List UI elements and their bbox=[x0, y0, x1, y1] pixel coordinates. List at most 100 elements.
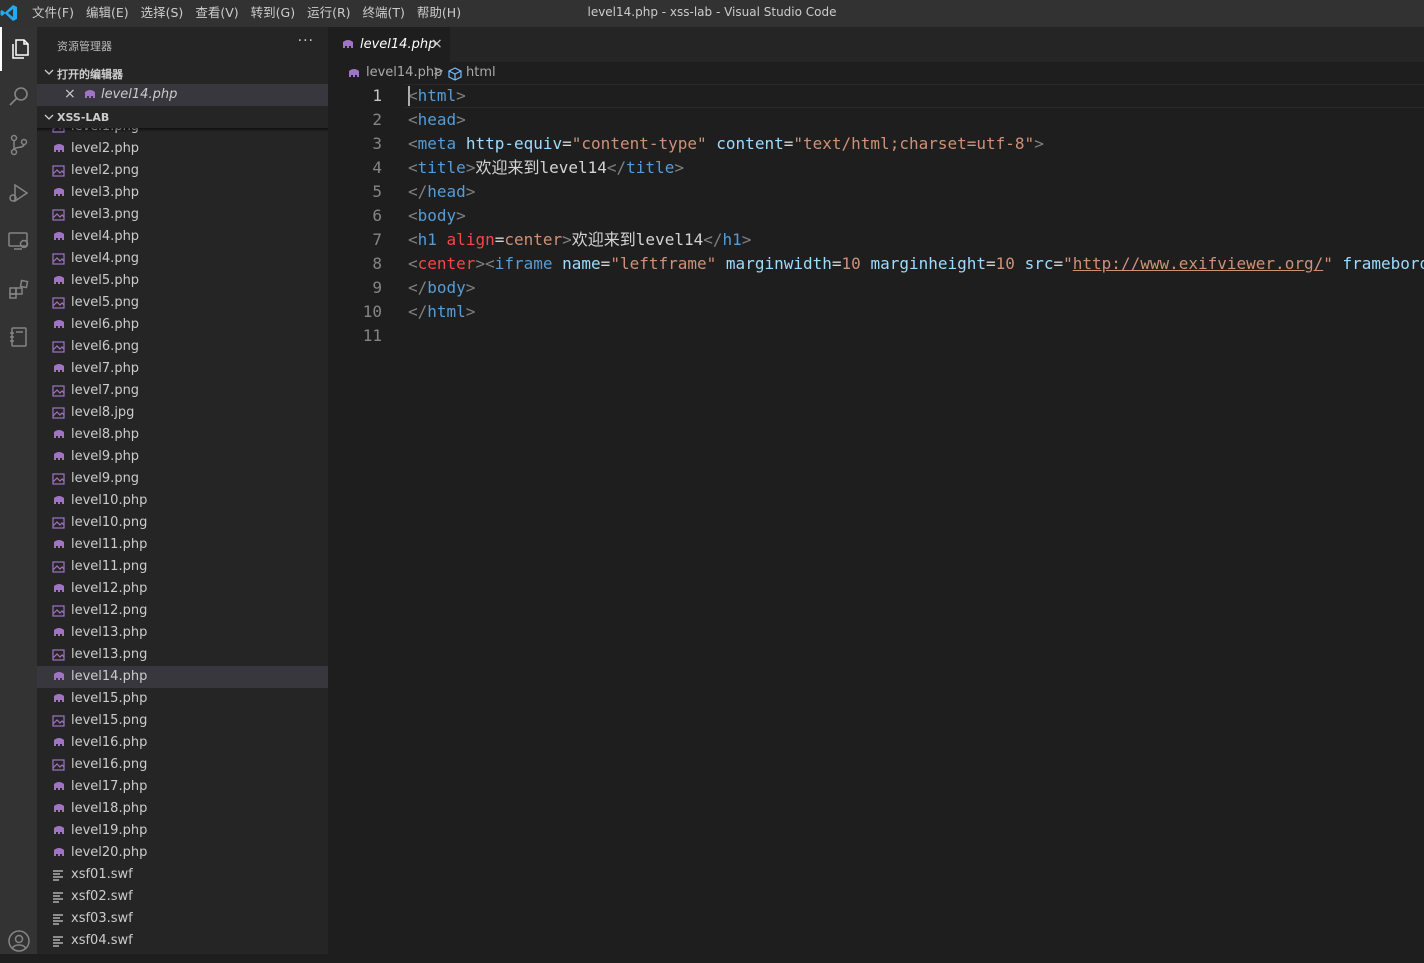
file-tree-item[interactable]: level11.png bbox=[37, 556, 328, 578]
file-tree-item[interactable]: level19.php bbox=[37, 820, 328, 842]
code-token: < bbox=[408, 110, 418, 129]
source-control-icon bbox=[7, 133, 31, 157]
file-tree-item[interactable]: level7.png bbox=[37, 380, 328, 402]
code-token: < bbox=[408, 158, 418, 177]
file-tree-item[interactable]: level8.php bbox=[37, 424, 328, 446]
code-token: 10 bbox=[996, 254, 1015, 273]
breadcrumb-file[interactable]: level14.php bbox=[366, 65, 442, 80]
file-tree-item[interactable]: level4.png bbox=[37, 248, 328, 270]
code-line: <center><iframe name="leftframe" marginw… bbox=[408, 252, 1424, 276]
menu-edit[interactable]: 编辑(E) bbox=[80, 0, 135, 27]
file-tree-item[interactable]: level12.php bbox=[37, 578, 328, 600]
file-tree-item[interactable]: level6.php bbox=[37, 314, 328, 336]
menu-run[interactable]: 运行(R) bbox=[301, 0, 356, 27]
open-editors-section[interactable]: 打开的编辑器 bbox=[37, 62, 328, 84]
file-tree-item[interactable]: level6.png bbox=[37, 336, 328, 358]
file-tree-item[interactable]: level20.php bbox=[37, 842, 328, 864]
code-token: > bbox=[1034, 134, 1044, 153]
remote-explorer-icon bbox=[7, 229, 31, 253]
code-editor[interactable]: 1234567891011 <html><head><meta http-equ… bbox=[328, 84, 1424, 954]
menu-file[interactable]: 文件(F) bbox=[26, 0, 80, 27]
file-tree-item[interactable]: xsf04.swf bbox=[37, 930, 328, 952]
file-tree-item[interactable]: level3.php bbox=[37, 182, 328, 204]
text-file-icon bbox=[52, 935, 64, 947]
tab-close-button[interactable]: × bbox=[431, 36, 443, 52]
file-tree-item[interactable]: level11.php bbox=[37, 534, 328, 556]
file-tree-item[interactable]: level3.png bbox=[37, 204, 328, 226]
file-name: xsf02.swf bbox=[71, 889, 133, 904]
activity-bar bbox=[0, 27, 37, 954]
code-token: title bbox=[626, 158, 674, 177]
account-button[interactable] bbox=[0, 919, 37, 963]
file-tree-item[interactable]: level7.php bbox=[37, 358, 328, 380]
line-number: 3 bbox=[328, 132, 382, 156]
file-tree-item[interactable]: level8.jpg bbox=[37, 402, 328, 424]
symbol-field-icon bbox=[448, 67, 462, 81]
file-tree[interactable]: level1.pnglevel2.phplevel2.pnglevel3.php… bbox=[37, 128, 328, 954]
source-control-button[interactable] bbox=[0, 123, 37, 167]
php-file-icon bbox=[52, 143, 66, 155]
file-tree-item[interactable]: level18.php bbox=[37, 798, 328, 820]
php-file-icon bbox=[52, 363, 66, 375]
file-tree-item[interactable]: level10.png bbox=[37, 512, 328, 534]
file-tree-item[interactable]: level14.php bbox=[37, 666, 328, 688]
breadcrumb: level14.php > html bbox=[328, 62, 1424, 84]
file-tree-item[interactable]: level16.png bbox=[37, 754, 328, 776]
code-area[interactable]: <html><head><meta http-equiv="content-ty… bbox=[408, 84, 1424, 348]
open-editor-filename: level14.php bbox=[101, 87, 177, 102]
explorer-button[interactable] bbox=[0, 27, 37, 71]
file-tree-item[interactable]: level16.php bbox=[37, 732, 328, 754]
file-tree-item[interactable]: xsf03.swf bbox=[37, 908, 328, 930]
notebook-button[interactable] bbox=[0, 315, 37, 359]
image-file-icon bbox=[52, 473, 65, 485]
menu-selection[interactable]: 选择(S) bbox=[135, 0, 190, 27]
file-tree-item[interactable]: xsf01.swf bbox=[37, 864, 328, 886]
file-tree-item[interactable]: xsf02.swf bbox=[37, 886, 328, 908]
file-tree-item[interactable]: level10.php bbox=[37, 490, 328, 512]
file-tree-item[interactable]: level5.php bbox=[37, 270, 328, 292]
file-tree-item[interactable]: level4.php bbox=[37, 226, 328, 248]
run-debug-button[interactable] bbox=[0, 171, 37, 215]
image-file-icon bbox=[52, 561, 65, 573]
code-token: h1 bbox=[418, 230, 437, 249]
image-file-icon bbox=[52, 253, 65, 265]
code-token: html bbox=[418, 86, 457, 105]
file-tree-item[interactable]: level15.png bbox=[37, 710, 328, 732]
file-tree-item[interactable]: level2.png bbox=[37, 160, 328, 182]
menu-terminal[interactable]: 终端(T) bbox=[357, 0, 411, 27]
code-token: 欢迎来到level14 bbox=[572, 230, 703, 249]
php-file-icon bbox=[52, 825, 66, 837]
open-editor-item[interactable]: × level14.php bbox=[37, 84, 328, 106]
menu-go[interactable]: 转到(G) bbox=[245, 0, 301, 27]
code-token: center bbox=[504, 230, 562, 249]
file-tree-item[interactable]: level9.png bbox=[37, 468, 328, 490]
php-file-icon bbox=[52, 803, 66, 815]
menu-view[interactable]: 查看(V) bbox=[189, 0, 244, 27]
breadcrumb-symbol[interactable]: html bbox=[466, 65, 496, 80]
workspace-section[interactable]: XSS-LAB bbox=[37, 107, 328, 129]
php-file-icon bbox=[52, 693, 66, 705]
file-tree-item[interactable]: level13.php bbox=[37, 622, 328, 644]
file-name: level10.png bbox=[71, 515, 147, 530]
vscode-logo-icon bbox=[0, 4, 18, 22]
more-actions-button[interactable]: ··· bbox=[298, 33, 314, 49]
file-tree-item[interactable]: level2.php bbox=[37, 138, 328, 160]
file-tree-item[interactable]: level5.png bbox=[37, 292, 328, 314]
file-tree-item[interactable]: level9.php bbox=[37, 446, 328, 468]
php-file-icon bbox=[341, 39, 355, 51]
code-token: = bbox=[495, 230, 505, 249]
search-button[interactable] bbox=[0, 75, 37, 119]
file-tree-item[interactable]: level17.php bbox=[37, 776, 328, 798]
tab-level14[interactable]: level14.php × bbox=[328, 27, 450, 62]
code-token bbox=[707, 134, 717, 153]
file-tree-item[interactable]: level13.png bbox=[37, 644, 328, 666]
file-tree-item[interactable]: level15.php bbox=[37, 688, 328, 710]
close-editor-button[interactable]: × bbox=[64, 86, 76, 102]
remote-explorer-button[interactable] bbox=[0, 219, 37, 263]
file-tree-item[interactable]: level12.png bbox=[37, 600, 328, 622]
code-token: marginheight bbox=[870, 254, 986, 273]
php-file-icon bbox=[52, 671, 66, 683]
extensions-button[interactable] bbox=[0, 267, 37, 311]
run-debug-icon bbox=[7, 181, 31, 205]
menu-help[interactable]: 帮助(H) bbox=[411, 0, 467, 27]
